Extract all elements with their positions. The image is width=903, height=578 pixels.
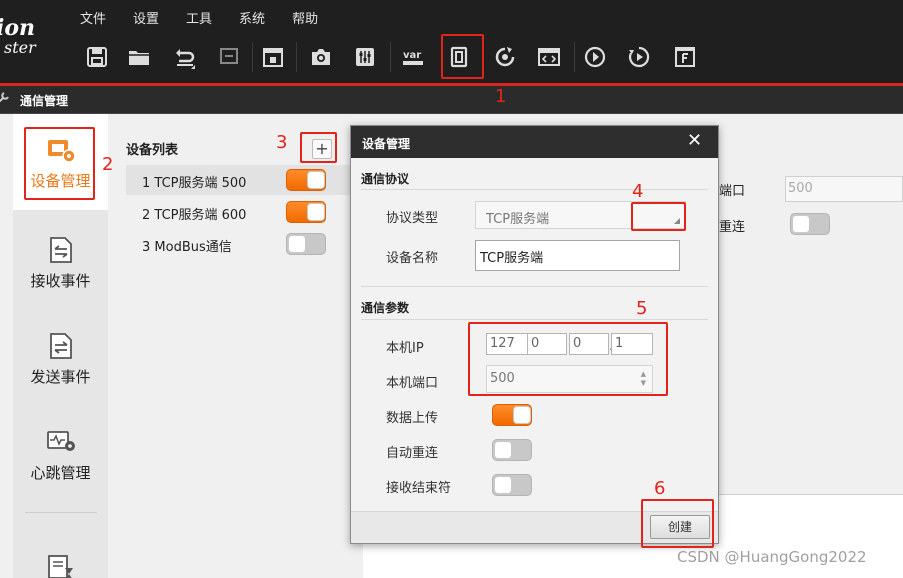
device-enable-toggle[interactable] [286, 233, 326, 255]
terminator-label: 接收结束符 [386, 481, 452, 496]
dialog-title: 设备管理 [362, 137, 411, 151]
menu-tools[interactable]: 工具 [186, 8, 212, 30]
redo-icon[interactable] [212, 40, 246, 74]
menu-file[interactable]: 文件 [80, 8, 106, 30]
bg-port-input[interactable]: 500 [785, 176, 903, 202]
refresh-icon[interactable] [488, 40, 522, 74]
annotation-box-4 [631, 202, 686, 231]
run-loop-icon[interactable] [622, 40, 656, 74]
var-icon[interactable]: var [396, 40, 430, 74]
nav-item-label: 发送事件 [30, 368, 91, 386]
toolbar-separator [390, 42, 391, 72]
annotation-number: 5 [636, 298, 648, 319]
device-list-item[interactable]: 3 ModBus通信 [126, 229, 354, 259]
toggle-knob [792, 215, 810, 233]
toolbar-separator [252, 42, 253, 72]
app-logo: ion ster [0, 17, 36, 58]
logo-subtext: ster [4, 38, 36, 57]
annotation-box-6 [641, 499, 714, 548]
menu-help[interactable]: 帮助 [292, 8, 318, 30]
annotation-number: 4 [632, 181, 644, 202]
main-toolbar: var [76, 36, 716, 80]
annotation-box-3 [300, 132, 337, 163]
receive-event-icon [45, 234, 77, 266]
adjust-icon[interactable] [348, 40, 382, 74]
menu-settings[interactable]: 设置 [133, 8, 159, 30]
terminator-toggle[interactable] [492, 474, 532, 496]
wrench-icon [0, 91, 10, 109]
data-upload-toggle[interactable] [492, 404, 532, 426]
local-port-label: 本机端口 [386, 376, 439, 391]
auto-reconnect-toggle[interactable] [492, 439, 532, 461]
code-window-icon[interactable] [532, 40, 566, 74]
device-name-input[interactable]: TCP服务端 [475, 240, 680, 271]
local-ip-label: 本机IP [386, 341, 424, 356]
toggle-knob [307, 171, 325, 189]
nav-divider [25, 512, 97, 513]
dialog-titlebar: 设备管理 ✕ [351, 126, 718, 158]
section-divider [361, 189, 708, 190]
nav-item-label: 接收事件 [30, 272, 91, 290]
bg-reconnect-toggle[interactable] [790, 213, 830, 235]
annotation-number: 1 [495, 86, 507, 107]
bg-port-label: 端口 [719, 184, 746, 199]
nav-item-more[interactable] [13, 544, 108, 578]
panel-header: 通信管理 [0, 86, 903, 114]
toolbar-separator [574, 42, 575, 72]
section-divider [361, 319, 708, 320]
panel-title: 通信管理 [20, 94, 69, 108]
sequence-icon [45, 552, 77, 578]
nav-item-send-event[interactable]: 发送事件 [13, 310, 108, 406]
annotation-box-5 [468, 322, 668, 396]
annotation-number: 6 [654, 478, 666, 499]
params-section-label: 通信参数 [361, 301, 410, 315]
annotation-box-1 [441, 34, 484, 79]
heartbeat-icon [45, 426, 77, 458]
run-once-icon[interactable] [578, 40, 612, 74]
close-icon[interactable]: ✕ [687, 131, 702, 151]
send-event-icon [45, 330, 77, 362]
bg-reconnect-label: 重连 [719, 220, 746, 235]
protocol-type-value: TCP服务端 [486, 212, 550, 227]
undo-icon[interactable] [168, 40, 202, 74]
device-list-title: 设备列表 [126, 143, 179, 158]
device-enable-toggle[interactable] [286, 169, 326, 191]
annotation-box-2 [24, 127, 95, 200]
form-icon[interactable] [668, 40, 702, 74]
camera-icon[interactable] [304, 40, 338, 74]
data-upload-label: 数据上传 [386, 411, 439, 426]
watermark: CSDN @HuangGong2022 [677, 548, 867, 566]
device-list-item[interactable]: 2 TCP服务端 600 [126, 197, 354, 227]
toggle-knob [307, 203, 325, 221]
annotation-number: 3 [276, 132, 288, 153]
open-folder-icon[interactable] [122, 40, 156, 74]
device-name-label: 设备名称 [386, 251, 439, 266]
device-name: 1 TCP服务端 500 [142, 176, 247, 191]
protocol-section-label: 通信协议 [361, 172, 410, 186]
lock-icon[interactable] [256, 40, 290, 74]
device-name: 3 ModBus通信 [142, 240, 232, 255]
nav-item-receive-event[interactable]: 接收事件 [13, 214, 108, 310]
device-name: 2 TCP服务端 600 [142, 208, 247, 223]
protocol-type-label: 协议类型 [386, 211, 439, 226]
nav-item-label: 心跳管理 [30, 464, 91, 482]
toggle-knob [494, 476, 512, 494]
annotation-number: 2 [102, 154, 114, 175]
menu-system[interactable]: 系统 [239, 8, 265, 30]
toggle-knob [288, 235, 306, 253]
toggle-knob [494, 441, 512, 459]
nav-item-heartbeat[interactable]: 心跳管理 [13, 406, 108, 502]
auto-reconnect-label: 自动重连 [386, 446, 439, 461]
menu-bar: 文件 设置 工具 系统 帮助 [80, 8, 318, 30]
svg-text:var: var [403, 50, 421, 61]
section-divider [361, 286, 708, 287]
device-list-item[interactable]: 1 TCP服务端 500 [126, 165, 354, 195]
toggle-knob [513, 406, 531, 424]
save-icon[interactable] [80, 40, 114, 74]
device-enable-toggle[interactable] [286, 201, 326, 223]
toolbar-separator [296, 42, 297, 72]
